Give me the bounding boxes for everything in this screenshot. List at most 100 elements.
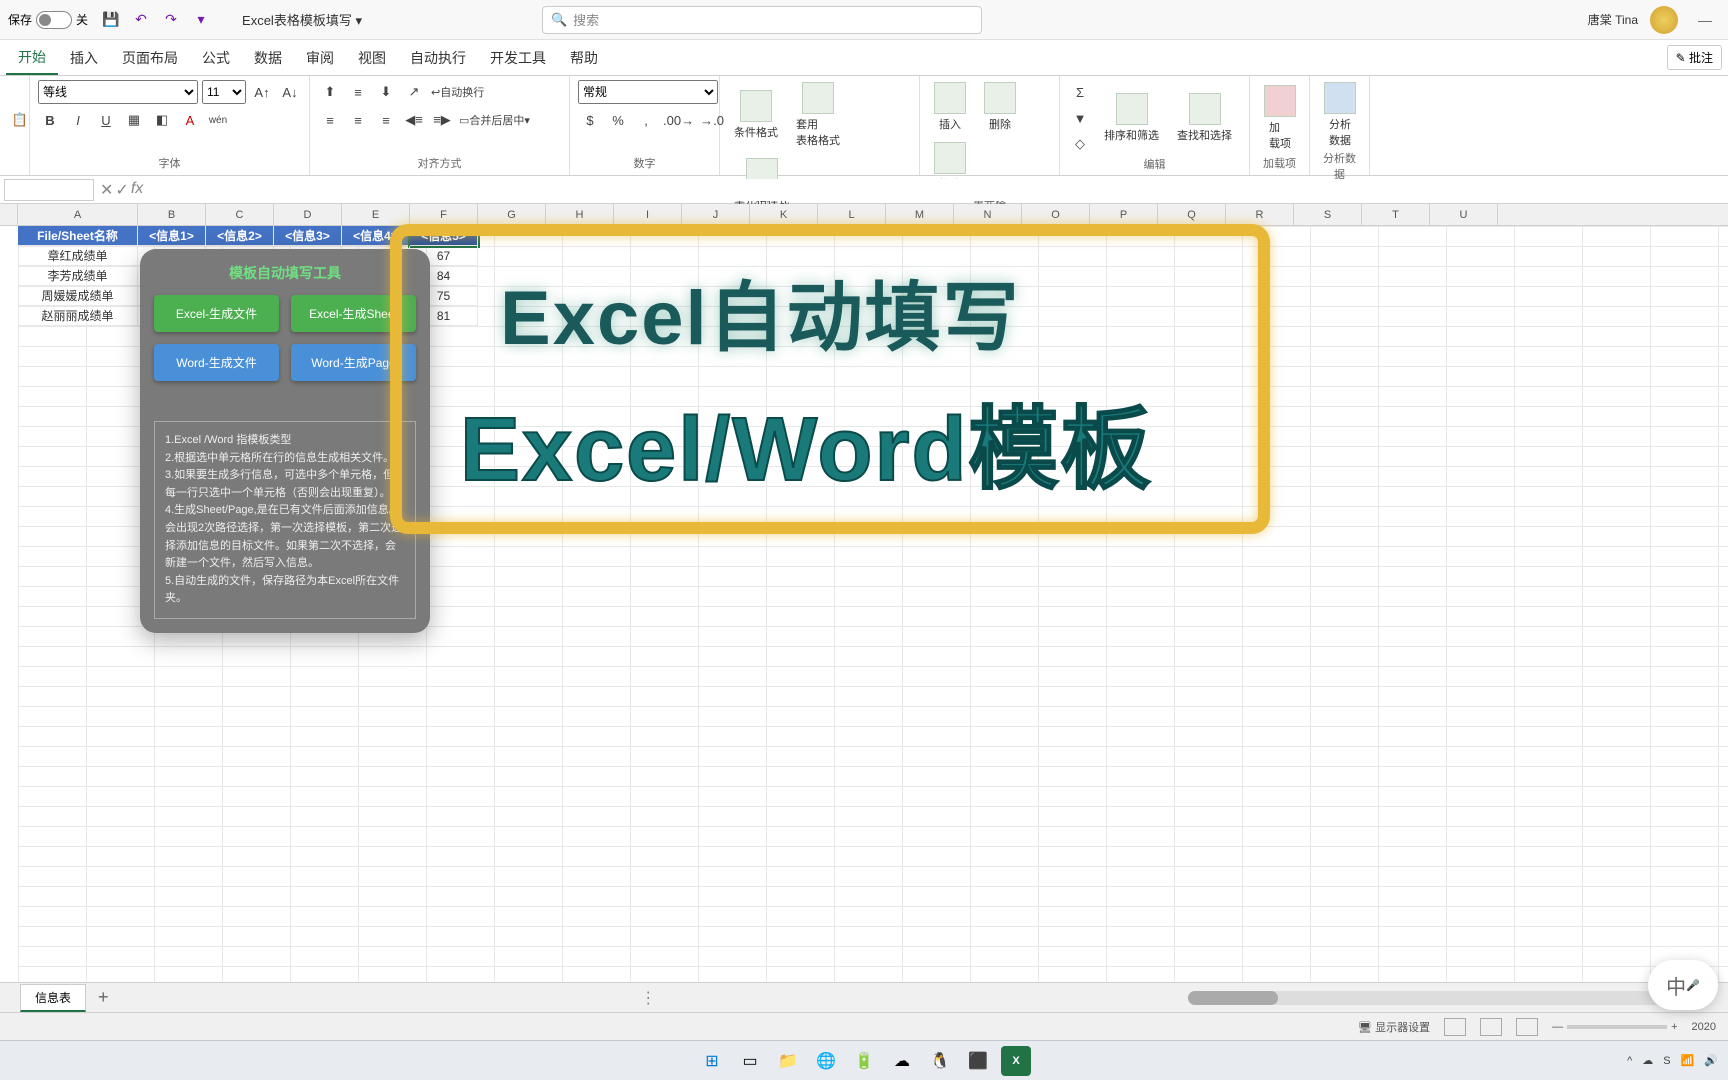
col-header[interactable]: N <box>954 204 1022 225</box>
explorer-icon[interactable]: 📁 <box>773 1046 803 1076</box>
file-name[interactable]: Excel表格模板填写 ▾ <box>242 10 362 29</box>
app-icon[interactable]: ⬛ <box>963 1046 993 1076</box>
autosum-icon[interactable]: Σ <box>1068 80 1092 104</box>
font-color-button[interactable]: A <box>178 108 202 132</box>
comments-button[interactable]: ✎ 批注 <box>1667 45 1722 70</box>
tab-help[interactable]: 帮助 <box>558 42 610 74</box>
ime-indicator[interactable]: 中 🎤 <box>1648 960 1718 1010</box>
decrease-font-icon[interactable]: A↓ <box>278 80 302 104</box>
currency-icon[interactable]: $ <box>578 108 602 132</box>
align-right-icon[interactable]: ≡ <box>374 108 398 132</box>
data-cell[interactable]: 赵丽丽成绩单 <box>18 306 138 326</box>
tab-formulas[interactable]: 公式 <box>190 42 242 74</box>
tab-insert[interactable]: 插入 <box>58 42 110 74</box>
col-header[interactable]: T <box>1362 204 1430 225</box>
tab-layout[interactable]: 页面布局 <box>110 42 190 74</box>
wrap-text-button[interactable]: ↩ 自动换行 <box>430 80 485 104</box>
edge-icon[interactable]: 🌐 <box>811 1046 841 1076</box>
qq-icon[interactable]: 🐧 <box>925 1046 955 1076</box>
system-tray[interactable]: ^ ☁ S 📶 🔊 <box>1627 1054 1718 1067</box>
tab-view[interactable]: 视图 <box>346 42 398 74</box>
excel-gen-file-button[interactable]: Excel-生成文件 <box>154 295 279 332</box>
formula-input[interactable] <box>149 179 1728 201</box>
word-gen-file-button[interactable]: Word-生成文件 <box>154 344 279 381</box>
confirm-formula-icon[interactable]: ✓ <box>115 180 128 200</box>
display-settings[interactable]: 🖥 显示器设置 <box>1358 1019 1430 1035</box>
align-top-icon[interactable]: ⬆ <box>318 80 342 104</box>
percent-icon[interactable]: % <box>606 108 630 132</box>
tab-developer[interactable]: 开发工具 <box>478 42 558 74</box>
col-header[interactable]: B <box>138 204 206 225</box>
cond-format-button[interactable]: 条件格式 <box>728 88 784 142</box>
header-cell[interactable]: <信息3> <box>274 226 342 246</box>
header-cell[interactable]: <信息4> <box>342 226 410 246</box>
number-format-select[interactable]: 常规 <box>578 80 718 104</box>
sort-filter-button[interactable]: 排序和筛选 <box>1098 91 1165 145</box>
grid-area[interactable]: ABCDEFGHIJKLMNOPQRSTU File/Sheet名称<信息1><… <box>0 204 1728 982</box>
bold-button[interactable]: B <box>38 108 62 132</box>
tray-sound-icon[interactable]: 🔊 <box>1704 1054 1718 1067</box>
excel-gen-sheet-button[interactable]: Excel-生成Sheet <box>291 295 416 332</box>
tab-data[interactable]: 数据 <box>242 42 294 74</box>
align-left-icon[interactable]: ≡ <box>318 108 342 132</box>
col-header[interactable]: G <box>478 204 546 225</box>
paste-icon[interactable]: 📋 <box>8 108 32 132</box>
header-cell[interactable]: <信息5> <box>410 226 478 246</box>
search-box[interactable]: 🔍 搜索 <box>542 6 982 34</box>
battery-icon[interactable]: 🔋 <box>849 1046 879 1076</box>
col-header[interactable]: K <box>750 204 818 225</box>
increase-font-icon[interactable]: A↑ <box>250 80 274 104</box>
undo-icon[interactable]: ↶ <box>130 9 152 31</box>
indent-dec-icon[interactable]: ◀≡ <box>402 108 426 132</box>
redo-icon[interactable]: ↷ <box>160 9 182 31</box>
data-cell[interactable]: 章红成绩单 <box>18 246 138 266</box>
horizontal-scrollbar[interactable] <box>1188 991 1708 1005</box>
col-header[interactable]: A <box>18 204 138 225</box>
header-cell[interactable]: <信息2> <box>206 226 274 246</box>
zoom-control[interactable]: — + <box>1552 1021 1677 1033</box>
addins-button[interactable]: 加 载项 <box>1258 83 1302 153</box>
autosave-toggle[interactable] <box>36 11 72 29</box>
underline-button[interactable]: U <box>94 108 118 132</box>
align-center-icon[interactable]: ≡ <box>346 108 370 132</box>
col-header[interactable]: E <box>342 204 410 225</box>
phonetic-button[interactable]: wén <box>206 108 230 132</box>
col-header[interactable]: H <box>546 204 614 225</box>
col-header[interactable]: F <box>410 204 478 225</box>
tray-onedrive-icon[interactable]: ☁ <box>1642 1054 1653 1067</box>
data-cell[interactable]: 周媛媛成绩单 <box>18 286 138 306</box>
header-cell[interactable]: File/Sheet名称 <box>18 226 138 246</box>
font-size-select[interactable]: 11 <box>202 80 246 104</box>
font-name-select[interactable]: 等线 <box>38 80 198 104</box>
indent-inc-icon[interactable]: ≡▶ <box>430 108 454 132</box>
align-bot-icon[interactable]: ⬇ <box>374 80 398 104</box>
name-box[interactable] <box>4 179 94 201</box>
tray-ime-icon[interactable]: S <box>1663 1055 1670 1067</box>
add-sheet-button[interactable]: + <box>98 987 109 1008</box>
italic-button[interactable]: I <box>66 108 90 132</box>
word-gen-page-button[interactable]: Word-生成Page <box>291 344 416 381</box>
col-header[interactable]: P <box>1090 204 1158 225</box>
template-tool-panel[interactable]: 模板自动填写工具 Excel-生成文件 Excel-生成Sheet Word-生… <box>140 249 430 633</box>
clear-icon[interactable]: ◇ <box>1068 132 1092 156</box>
start-icon[interactable]: ⊞ <box>697 1046 727 1076</box>
col-header[interactable]: S <box>1294 204 1362 225</box>
comma-icon[interactable]: , <box>634 108 658 132</box>
user-name[interactable]: 唐棠 Tina <box>1588 11 1638 28</box>
tab-review[interactable]: 审阅 <box>294 42 346 74</box>
delete-cells-button[interactable]: 删除 <box>978 80 1022 134</box>
analyze-button[interactable]: 分析 数据 <box>1318 80 1362 150</box>
cancel-formula-icon[interactable]: ✕ <box>100 180 113 200</box>
align-mid-icon[interactable]: ≡ <box>346 80 370 104</box>
avatar[interactable] <box>1650 6 1678 34</box>
view-normal-icon[interactable] <box>1444 1018 1466 1036</box>
col-header[interactable]: U <box>1430 204 1498 225</box>
decimal-inc-icon[interactable]: .00→ <box>662 108 695 132</box>
view-break-icon[interactable] <box>1516 1018 1538 1036</box>
fill-icon[interactable]: ▼ <box>1068 106 1092 130</box>
tab-home[interactable]: 开始 <box>6 41 58 75</box>
col-header[interactable]: Q <box>1158 204 1226 225</box>
col-header[interactable]: C <box>206 204 274 225</box>
tab-automate[interactable]: 自动执行 <box>398 42 478 74</box>
fill-color-button[interactable]: ◧ <box>150 108 174 132</box>
